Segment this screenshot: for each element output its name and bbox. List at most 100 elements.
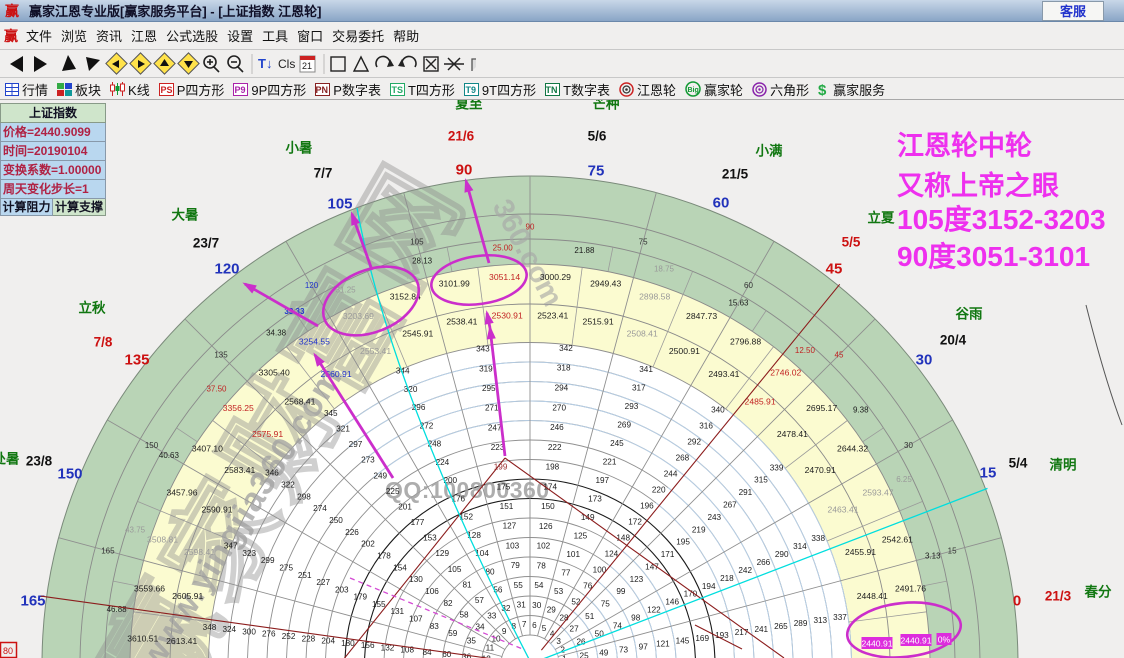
svg-text:300: 300 (242, 628, 256, 637)
svg-text:小满: 小满 (756, 143, 784, 159)
svg-text:107: 107 (409, 615, 423, 624)
svg-text:197: 197 (595, 476, 609, 485)
svg-text:241: 241 (754, 625, 768, 634)
svg-text:292: 292 (687, 438, 701, 447)
svg-text:3051.14: 3051.14 (489, 272, 520, 282)
svg-text:23/8: 23/8 (26, 454, 53, 469)
svg-text:150: 150 (541, 502, 555, 511)
svg-text:291: 291 (739, 488, 753, 497)
svg-text:178: 178 (377, 552, 391, 561)
svg-text:2485.91: 2485.91 (745, 397, 776, 407)
svg-text:82: 82 (443, 599, 453, 608)
svg-text:20/4: 20/4 (940, 333, 967, 348)
svg-text:314: 314 (793, 542, 807, 551)
svg-text:2: 2 (560, 645, 565, 654)
svg-text:98: 98 (631, 614, 641, 623)
svg-text:21: 21 (302, 61, 312, 71)
svg-text:130: 130 (409, 575, 423, 584)
svg-text:299: 299 (261, 556, 275, 565)
svg-text:295: 295 (482, 384, 496, 393)
svg-text:2491.76: 2491.76 (895, 583, 926, 593)
svg-text:0%: 0% (938, 635, 951, 645)
svg-text:275: 275 (279, 564, 293, 573)
svg-text:P9: P9 (235, 85, 246, 95)
svg-text:101: 101 (566, 550, 580, 559)
svg-text:7/7: 7/7 (314, 166, 333, 181)
svg-text:2463.41: 2463.41 (827, 505, 858, 515)
svg-text:135: 135 (124, 352, 149, 369)
svg-text:3305.40: 3305.40 (259, 367, 290, 377)
svg-text:317: 317 (632, 383, 646, 392)
svg-text:120: 120 (305, 281, 319, 290)
svg-text:15: 15 (980, 465, 997, 482)
svg-text:175: 175 (497, 482, 511, 491)
svg-text:81: 81 (462, 580, 472, 589)
svg-text:266: 266 (757, 558, 771, 567)
svg-text:45: 45 (835, 351, 844, 360)
svg-text:2644.32: 2644.32 (837, 443, 868, 453)
svg-text:25: 25 (580, 651, 590, 658)
svg-text:T9: T9 (465, 85, 476, 95)
svg-text:201: 201 (398, 503, 412, 512)
svg-text:54: 54 (534, 581, 544, 590)
svg-text:105: 105 (448, 565, 462, 574)
svg-text:PN: PN (316, 85, 329, 95)
svg-text:346: 346 (265, 469, 279, 478)
svg-text:75: 75 (588, 163, 605, 180)
svg-text:268: 268 (676, 454, 690, 463)
svg-text:2545.91: 2545.91 (402, 329, 433, 339)
svg-text:321: 321 (336, 425, 350, 434)
svg-text:30: 30 (916, 352, 933, 369)
svg-text:294: 294 (555, 384, 569, 393)
svg-text:2508.41: 2508.41 (627, 329, 658, 339)
svg-text:QQ:100800360: QQ:100800360 (385, 477, 550, 503)
svg-text:3: 3 (556, 637, 561, 646)
svg-text:5/4: 5/4 (1009, 456, 1028, 471)
svg-text:2796.88: 2796.88 (730, 336, 761, 346)
svg-text:83: 83 (430, 622, 440, 631)
svg-text:245: 245 (610, 439, 624, 448)
svg-text:323: 323 (242, 549, 256, 558)
svg-text:127: 127 (503, 522, 517, 531)
svg-text:Cls: Cls (278, 57, 295, 71)
svg-text:立秋: 立秋 (79, 300, 106, 316)
svg-text:270: 270 (552, 403, 566, 412)
svg-text:3101.99: 3101.99 (439, 279, 470, 289)
svg-text:135: 135 (214, 351, 228, 360)
svg-text:10: 10 (491, 634, 501, 643)
svg-text:179: 179 (353, 593, 367, 602)
svg-text:谷雨: 谷雨 (956, 307, 984, 322)
svg-text:3508.81: 3508.81 (147, 534, 178, 544)
svg-text:23/7: 23/7 (193, 236, 219, 251)
svg-text:2568.41: 2568.41 (284, 397, 315, 407)
svg-text:169: 169 (695, 634, 709, 643)
svg-text:145: 145 (676, 637, 690, 646)
svg-text:2593.47: 2593.47 (862, 487, 893, 497)
svg-text:49: 49 (599, 649, 609, 658)
svg-text:225: 225 (386, 487, 400, 496)
svg-text:80: 80 (3, 646, 13, 656)
svg-text:60: 60 (442, 650, 452, 658)
svg-text:105: 105 (327, 196, 352, 213)
svg-text:348: 348 (203, 623, 217, 632)
svg-text:221: 221 (603, 457, 617, 466)
svg-text:2530.91: 2530.91 (492, 311, 523, 321)
svg-text:$: $ (818, 82, 827, 97)
svg-text:30: 30 (532, 601, 542, 610)
svg-text:9: 9 (502, 627, 507, 636)
svg-text:202: 202 (361, 540, 375, 549)
svg-text:TN: TN (546, 85, 558, 95)
svg-text:2898.58: 2898.58 (639, 292, 670, 302)
svg-text:153: 153 (423, 534, 437, 543)
svg-text:204: 204 (321, 637, 335, 646)
svg-text:6.25: 6.25 (896, 475, 912, 484)
svg-text:3407.10: 3407.10 (192, 443, 223, 453)
svg-text:江恩轮中轮: 江恩轮中轮 (897, 131, 1032, 161)
svg-text:276: 276 (262, 630, 276, 639)
svg-text:126: 126 (539, 522, 553, 531)
svg-text:2455.91: 2455.91 (845, 547, 876, 557)
svg-text:6: 6 (532, 621, 537, 630)
svg-text:2470.91: 2470.91 (805, 465, 836, 475)
svg-text:40.63: 40.63 (159, 451, 180, 460)
svg-text:21/5: 21/5 (722, 167, 749, 182)
